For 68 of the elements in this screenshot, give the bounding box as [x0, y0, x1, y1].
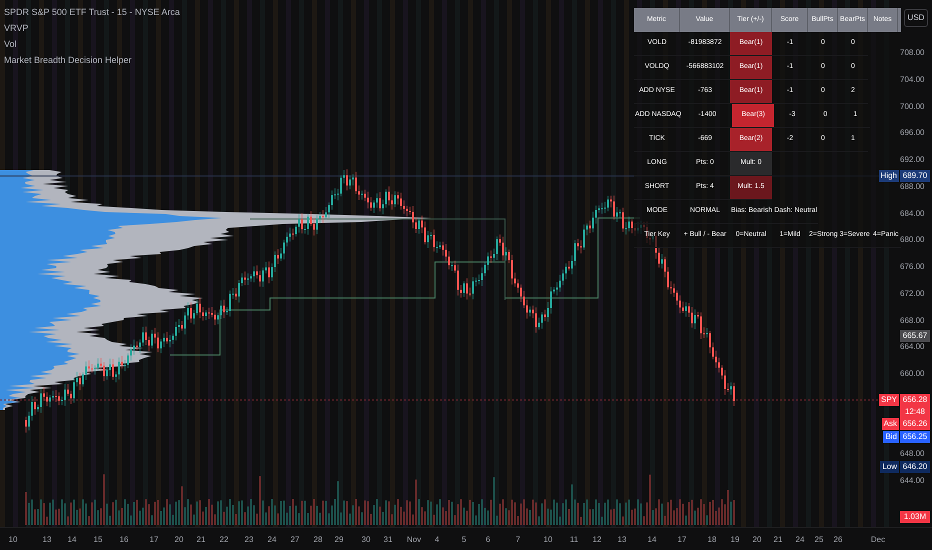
price-tag: 665.67: [900, 330, 930, 342]
time-label: 22: [218, 534, 230, 546]
time-label: 12: [592, 534, 602, 546]
price-label: 696.00: [900, 128, 924, 138]
time-label: 18: [706, 534, 718, 546]
time-label: Dec: [870, 534, 886, 546]
time-label: 26: [832, 534, 844, 546]
price-label: 672.00: [900, 288, 924, 299]
time-label: 20: [174, 534, 184, 546]
price-tag-label: Bid: [883, 431, 899, 443]
legend-text: Market Breadth Decision Helper: [4, 54, 133, 66]
legend-text: Vol: [4, 38, 18, 50]
price-tag: 12:48: [900, 406, 930, 418]
time-label: 21: [772, 534, 784, 546]
time-label: 28: [312, 534, 324, 546]
price-label: 684.00: [900, 208, 924, 219]
price-label: 688.00: [900, 182, 924, 192]
time-label: 14: [646, 534, 658, 546]
price-label: 680.00: [900, 235, 924, 246]
time-label: 24: [266, 534, 278, 546]
time-label: 13: [616, 534, 628, 546]
time-label: 11: [568, 534, 580, 546]
time-label: 20: [752, 534, 762, 546]
time-label: 16: [118, 534, 130, 546]
time-label: 23: [244, 534, 254, 546]
price-tag-label: SPY: [878, 394, 899, 406]
legend-text: VRVP: [4, 22, 30, 34]
currency-button[interactable]: USD: [904, 9, 928, 27]
time-label: 6: [484, 534, 492, 546]
price-tag-label: Low: [880, 461, 899, 473]
time-label: 21: [196, 534, 206, 546]
price-tag: 689.70: [900, 170, 930, 182]
time-label: 27: [290, 534, 300, 546]
time-label: 7: [514, 534, 522, 546]
time-label: 24: [794, 534, 806, 546]
time-label: 17: [676, 534, 688, 546]
time-label: Nov: [406, 534, 422, 546]
time-label: 10: [8, 534, 18, 546]
price-tag-label: Ask: [882, 418, 899, 430]
price-tag: 656.25: [900, 431, 930, 443]
time-label: 10: [542, 534, 554, 546]
price-label: 700.00: [900, 102, 924, 112]
price-label: 704.00: [900, 74, 924, 85]
time-label: 29: [334, 534, 344, 546]
price-label: 664.00: [900, 342, 924, 352]
price-tag: 656.26: [900, 418, 930, 430]
time-label: 4: [434, 534, 440, 546]
price-label: 644.00: [900, 476, 924, 486]
time-label: 25: [814, 534, 824, 546]
price-label: 648.00: [900, 449, 924, 460]
time-label: 19: [730, 534, 740, 546]
price-tag: 656.28: [900, 394, 930, 406]
price-label: 692.00: [900, 155, 924, 166]
price-label: 676.00: [900, 262, 924, 272]
price-label: 660.00: [900, 369, 924, 380]
legend-text: SPDR S&P 500 ETF Trust - 15 - NYSE Arca: [4, 6, 180, 18]
time-label: 14: [66, 534, 78, 546]
price-tag-label: High: [878, 170, 899, 182]
time-label: 5: [460, 534, 468, 546]
price-tag: 646.20: [900, 461, 930, 473]
time-label: 30: [360, 534, 372, 546]
price-label: 668.00: [900, 316, 924, 326]
time-label: 31: [382, 534, 394, 546]
price-label: 708.00: [900, 48, 924, 58]
time-label: 15: [92, 534, 104, 546]
time-label: 17: [148, 534, 160, 546]
price-tag: 1.03M: [900, 511, 930, 523]
time-label: 13: [42, 534, 52, 546]
